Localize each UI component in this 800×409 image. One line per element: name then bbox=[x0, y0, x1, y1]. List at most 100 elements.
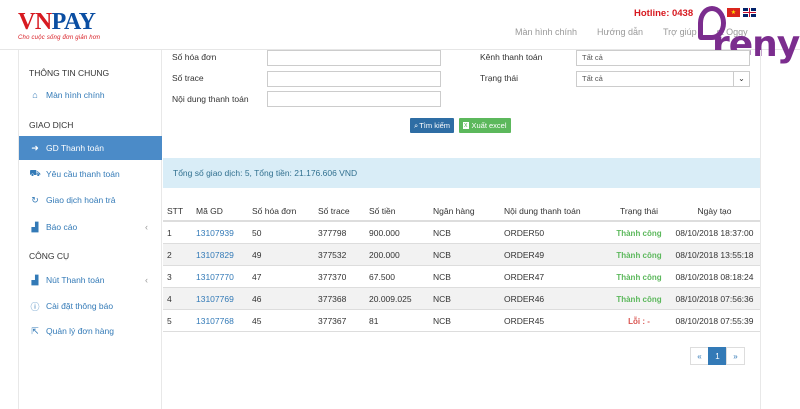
sidebar-item-payment-request[interactable]: ⛟ Yêu cầu thanh toán bbox=[19, 163, 162, 185]
header-cell: Số tiền bbox=[369, 206, 396, 216]
vnpay-logo[interactable]: VNPAY Cho cuộc sống đơn giản hơn bbox=[18, 10, 100, 41]
table-row[interactable]: 4 13107769 46 377368 20.009.025 NCB ORDER46 Thà… bbox=[163, 288, 760, 310]
payment-content: ORDER46 bbox=[504, 293, 545, 304]
payment-content: ORDER47 bbox=[504, 271, 545, 282]
pagination: « 1 » bbox=[690, 347, 745, 365]
chart-icon: ▟ bbox=[31, 274, 39, 285]
hotline: Hotline: 0438 bbox=[634, 8, 694, 19]
search-button-label: Tìm kiếm bbox=[419, 121, 451, 130]
sidebar-item-notification-settings[interactable]: ⓘ Cài đặt thông báo bbox=[19, 295, 162, 317]
created-date: 08/10/2018 07:56:36 bbox=[675, 293, 754, 304]
table-row[interactable]: 3 13107770 47 377370 67.500 NCB ORDER47 Thành c… bbox=[163, 266, 760, 288]
sidebar-item-home[interactable]: ⌂ Màn hình chính bbox=[19, 84, 162, 106]
channel-label: Kênh thanh toán bbox=[480, 52, 543, 62]
logo-pay: PAY bbox=[51, 9, 96, 35]
prev-page-button[interactable]: « bbox=[690, 347, 709, 365]
trace-label: Số trace bbox=[172, 73, 204, 83]
invoice-number: 45 bbox=[252, 315, 262, 326]
transaction-summary: Tổng số giao dịch: 5, Tổng tiền: 21.176.… bbox=[163, 158, 760, 188]
status-select[interactable]: Tất cả ⌄ bbox=[576, 71, 750, 87]
table-body: 1 13107939 50 377798 900.000 NCB ORDER50 Thành … bbox=[163, 222, 760, 332]
cart-icon: ⛟ bbox=[29, 168, 41, 178]
sidebar-item-order-management[interactable]: ⇱ Quản lý đơn hàng bbox=[19, 320, 162, 342]
transaction-id-link[interactable]: 13107770 bbox=[196, 272, 252, 282]
trace-number: 377798 bbox=[318, 227, 347, 238]
sidebar-item-label: Quản lý đơn hàng bbox=[46, 326, 114, 336]
section-transactions: GIAO DỊCH bbox=[29, 120, 74, 130]
sidebar-item-refund[interactable]: ↻ Giao dịch hoàn trả bbox=[19, 189, 162, 211]
transaction-id-link[interactable]: 13107768 bbox=[196, 316, 252, 326]
pointer-icon: ⇱ bbox=[31, 325, 39, 336]
status-badge: Thành công bbox=[616, 272, 662, 282]
payment-content: ORDER50 bbox=[504, 227, 545, 238]
excel-icon: x bbox=[463, 122, 469, 129]
header-cell: Trạng thái bbox=[620, 206, 658, 216]
sidebar-item-payment-transactions[interactable]: ➜ GD Thanh toán bbox=[19, 136, 162, 160]
invoice-number: 46 bbox=[252, 293, 262, 304]
channel-select[interactable]: Tất cả bbox=[576, 50, 750, 66]
bank: NCB bbox=[433, 315, 451, 326]
channel-value: Tất cả bbox=[582, 53, 603, 62]
amount: 900.000 bbox=[369, 227, 400, 238]
transaction-id-link[interactable]: 13107769 bbox=[196, 294, 252, 304]
created-date: 08/10/2018 07:55:39 bbox=[675, 315, 754, 326]
sidebar-item-label: Giao dịch hoàn trả bbox=[46, 195, 116, 205]
invoice-number: 50 bbox=[252, 227, 262, 238]
table-row[interactable]: 2 13107829 49 377532 200.000 NCB ORDER49 Thành … bbox=[163, 244, 760, 266]
chart-icon: ▟ bbox=[31, 221, 39, 232]
invoice-number: 47 bbox=[252, 271, 262, 282]
refresh-icon: ↻ bbox=[31, 194, 39, 205]
created-date: 08/10/2018 08:18:24 bbox=[675, 271, 754, 282]
sidebar-item-report[interactable]: ▟ Báo cáo ‹ bbox=[19, 216, 162, 238]
amount: 81 bbox=[369, 315, 379, 326]
transaction-id-link[interactable]: 13107939 bbox=[196, 228, 252, 238]
export-excel-button[interactable]: x Xuất excel bbox=[459, 118, 511, 133]
row-index: 5 bbox=[167, 315, 172, 326]
search-button[interactable]: ⌕ Tìm kiếm bbox=[410, 118, 455, 133]
row-index: 2 bbox=[167, 249, 172, 260]
invoice-input[interactable] bbox=[267, 50, 441, 66]
header: VNPAY Cho cuộc sống đơn giản hơn Hotline… bbox=[0, 0, 800, 50]
chevron-down-icon: ⌄ bbox=[733, 72, 749, 86]
bank: NCB bbox=[433, 293, 451, 304]
status-badge: Thành công bbox=[616, 294, 662, 304]
amount: 20.009.025 bbox=[369, 293, 412, 304]
bank: NCB bbox=[433, 227, 451, 238]
nav-guide[interactable]: Hướng dẫn bbox=[597, 27, 643, 37]
sidebar-item-label: Báo cáo bbox=[46, 222, 78, 232]
transaction-id-link[interactable]: 13107829 bbox=[196, 250, 252, 260]
table-row[interactable]: 5 13107768 45 377367 81 NCB ORDER45 Lỗi : - 08/1… bbox=[163, 310, 760, 332]
row-index: 1 bbox=[167, 227, 172, 238]
content-input[interactable] bbox=[267, 91, 441, 107]
chevron-left-icon: ‹ bbox=[145, 222, 148, 232]
status-label: Trạng thái bbox=[480, 73, 518, 83]
table-header: STT Mã GD Số hóa đơn Số trace Số tiền Ng… bbox=[163, 202, 760, 222]
row-index: 3 bbox=[167, 271, 172, 282]
created-date: 08/10/2018 13:55:18 bbox=[675, 249, 754, 260]
header-cell: Ngân hàng bbox=[433, 206, 475, 216]
status-badge: Thành công bbox=[616, 228, 662, 238]
sidebar-item-pay-button[interactable]: ▟ Nút Thanh toán ‹ bbox=[19, 269, 162, 291]
sidebar-item-label: Yêu cầu thanh toán bbox=[46, 169, 120, 179]
login-icon: ➜ bbox=[31, 142, 39, 153]
sidebar: THÔNG TIN CHUNG ⌂ Màn hình chính GIAO DỊ… bbox=[18, 50, 162, 409]
trace-number: 377368 bbox=[318, 293, 347, 304]
payment-content: ORDER49 bbox=[504, 249, 545, 260]
next-page-button[interactable]: » bbox=[726, 347, 745, 365]
row-index: 4 bbox=[167, 293, 172, 304]
bank: NCB bbox=[433, 271, 451, 282]
table-row[interactable]: 1 13107939 50 377798 900.000 NCB ORDER50 Thành … bbox=[163, 222, 760, 244]
trace-input[interactable] bbox=[267, 71, 441, 87]
section-general: THÔNG TIN CHUNG bbox=[29, 68, 110, 78]
home-icon: ⌂ bbox=[32, 90, 38, 100]
trace-number: 377370 bbox=[318, 271, 347, 282]
status-cell: Thành công bbox=[609, 272, 669, 282]
amount: 200.000 bbox=[369, 249, 400, 260]
search-icon: ⌕ bbox=[414, 120, 419, 130]
nav-home[interactable]: Màn hình chính bbox=[515, 27, 577, 37]
logo-tagline: Cho cuộc sống đơn giản hơn bbox=[18, 35, 101, 41]
header-cell: STT bbox=[167, 206, 184, 216]
amount: 67.500 bbox=[369, 271, 395, 282]
trace-number: 377532 bbox=[318, 249, 347, 260]
page-1-button[interactable]: 1 bbox=[708, 347, 727, 365]
